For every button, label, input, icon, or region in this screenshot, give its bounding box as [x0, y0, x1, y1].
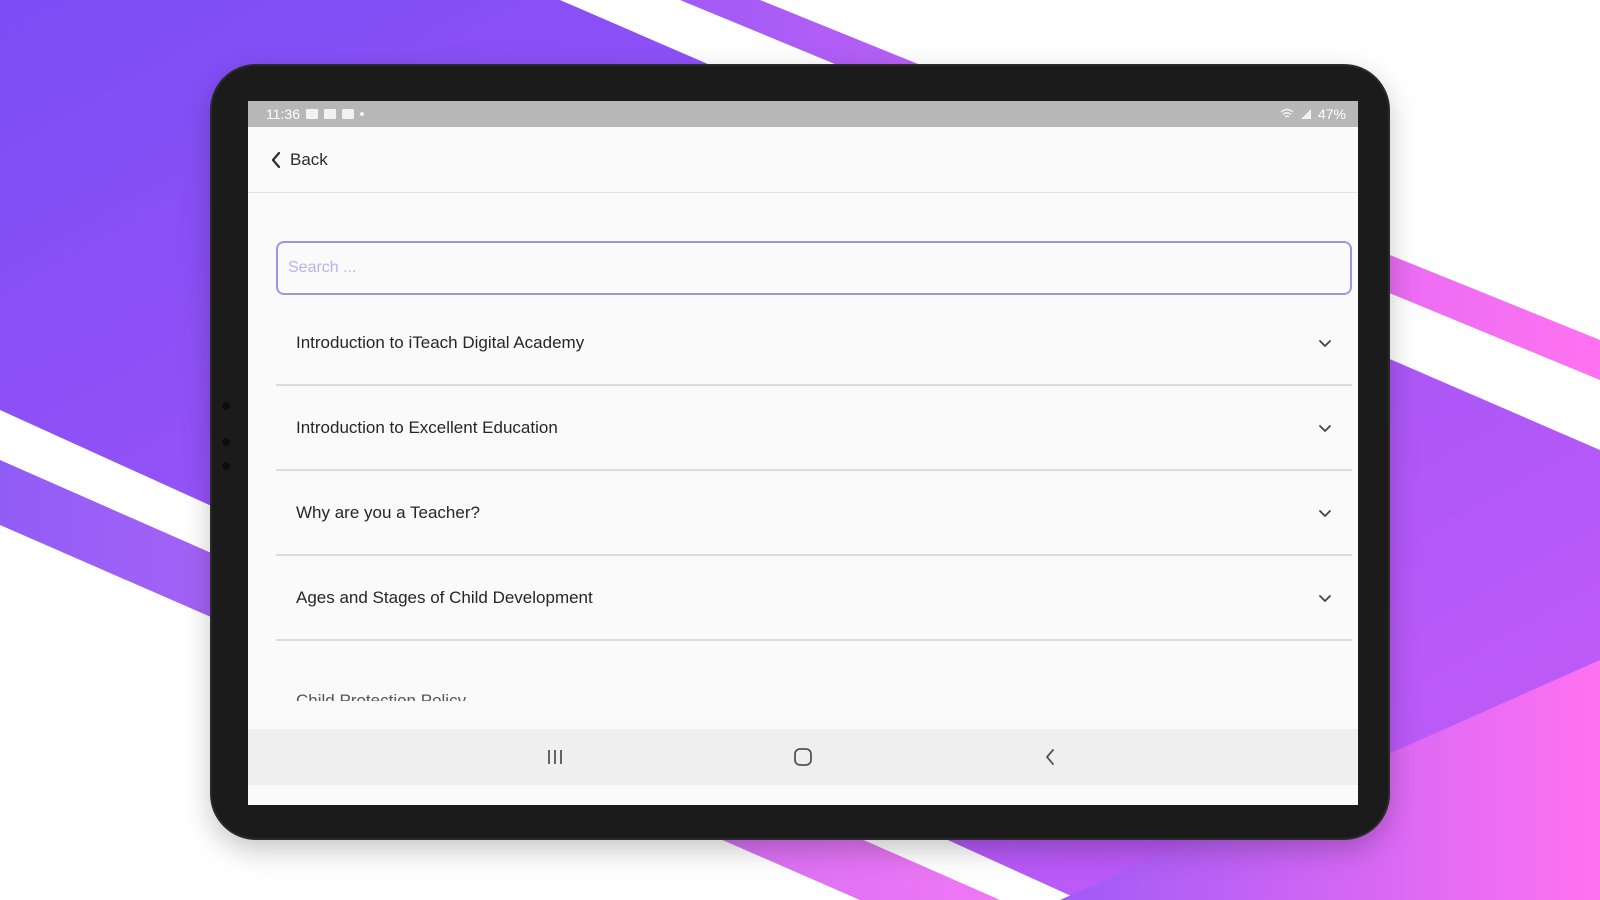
back-label: Back [290, 149, 328, 169]
list-item-label: Ages and Stages of Child Development [296, 587, 593, 607]
chevron-down-icon [1318, 338, 1332, 348]
status-bar-left: 11:36 [266, 106, 364, 122]
top-bar: Back [248, 127, 1358, 193]
chevron-down-icon [1318, 508, 1332, 518]
camera-dot [222, 438, 230, 446]
wifi-icon [1280, 108, 1294, 118]
camera-dot [222, 402, 230, 410]
home-button[interactable] [773, 729, 833, 785]
home-icon [794, 748, 812, 766]
image-icon [306, 109, 318, 119]
check-icon [324, 109, 336, 119]
topic-list: Introduction to iTeach Digital Academy I… [276, 301, 1352, 701]
recent-apps-button[interactable] [525, 729, 585, 785]
camera-dot [222, 462, 230, 470]
chevron-down-icon [1318, 593, 1332, 603]
list-item-label: Why are you a Teacher? [296, 502, 480, 522]
list-item[interactable]: Introduction to Excellent Education [276, 386, 1352, 471]
list-item-label: Child Protection Policy [296, 691, 467, 701]
list-item-label: Introduction to Excellent Education [296, 417, 558, 437]
list-item[interactable]: Ages and Stages of Child Development [276, 556, 1352, 641]
battery-level: 47% [1317, 106, 1346, 122]
system-nav-bar [248, 729, 1358, 785]
chevron-down-icon [1318, 423, 1332, 433]
status-time: 11:36 [266, 106, 300, 122]
nav-back-button[interactable] [1020, 729, 1080, 785]
message-icon [342, 109, 354, 119]
search-input[interactable] [276, 241, 1352, 295]
screen-bottom [248, 785, 1358, 805]
status-bar: 11:36 47% [248, 101, 1358, 127]
status-bar-right: 47% [1280, 106, 1346, 122]
chevron-left-icon [271, 151, 281, 168]
list-item[interactable]: Why are you a Teacher? [276, 471, 1352, 556]
back-icon [1046, 749, 1054, 765]
list-item[interactable]: Introduction to iTeach Digital Academy [276, 301, 1352, 386]
device-screen: 11:36 47% Back Introduction to iTeach [248, 101, 1358, 805]
list-item-label: Introduction to iTeach Digital Academy [296, 332, 585, 352]
back-button[interactable]: Back [270, 150, 328, 170]
dot-icon [360, 112, 364, 116]
recent-apps-icon [548, 750, 562, 764]
list-item[interactable]: Child Protection Policy [276, 641, 1352, 701]
signal-icon [1300, 109, 1311, 119]
